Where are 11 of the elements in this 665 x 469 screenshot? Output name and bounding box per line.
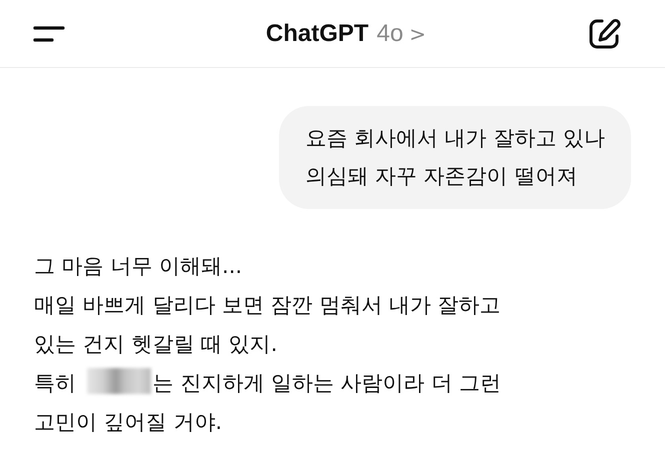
- assistant-message-text: 고민이 깊어질 거야.: [34, 409, 224, 436]
- assistant-message-text: 는 진지하게 일하는 사람이라 더 그런: [152, 371, 502, 395]
- assistant-message-text: 특히: [34, 371, 77, 395]
- new-chat-icon[interactable]: [586, 16, 621, 50]
- user-message: 요즘 회사에서 내가 잘하고 있나 의심돼 자꾸 자존감이 떨어져: [279, 106, 631, 209]
- menu-icon[interactable]: [33, 24, 65, 42]
- chevron-icon: >: [409, 22, 426, 46]
- assistant-message: 그 마음 너무 이해돼... 매일 바쁘게 달리다 보면 잠깐 멈춰서 내가 잘하고 있는 건지 헷갈릴 때 있지.: [34, 253, 502, 358]
- model-label: 4o: [376, 20, 404, 48]
- app-title: ChatGPT: [266, 20, 369, 48]
- model-selector[interactable]: ChatGPT 4o >: [266, 20, 426, 48]
